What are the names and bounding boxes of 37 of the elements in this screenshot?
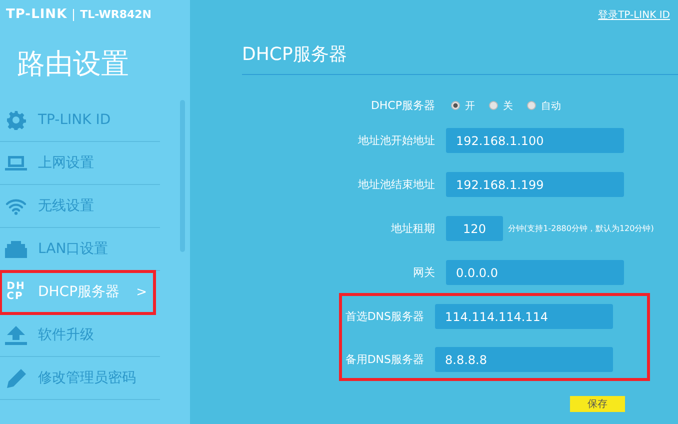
input-field[interactable]: 8.8.8.8	[435, 347, 613, 372]
nav-item[interactable]: 上网设置	[0, 142, 160, 185]
input-field[interactable]: 120	[446, 216, 503, 241]
nav-item[interactable]: 无线设置	[0, 185, 160, 228]
nav-item[interactable]: TP-LINK ID	[0, 99, 160, 142]
login-link[interactable]: 登录TP-LINK ID	[598, 8, 670, 22]
field-label: 地址租期	[390, 221, 436, 236]
field-label: 备用DNS服务器	[344, 352, 425, 367]
field-label: 网关	[412, 265, 436, 280]
radio-option[interactable]: 自动	[527, 98, 561, 112]
radio-option[interactable]: 开	[451, 98, 475, 112]
field-label: 首选DNS服务器	[344, 309, 425, 324]
gear-icon	[6, 110, 26, 130]
page-title: DHCP服务器	[242, 42, 678, 75]
model-name: TL-WR842N	[80, 8, 152, 21]
nav-item[interactable]: LAN口设置	[0, 228, 160, 271]
sidebar-title: 路由设置	[16, 46, 130, 82]
pencil-icon	[6, 368, 26, 388]
radio-option[interactable]: 关	[489, 98, 513, 112]
laptop-icon	[5, 155, 27, 171]
nav-item[interactable]: 软件升级	[0, 314, 160, 357]
input-field[interactable]: 192.168.1.100	[446, 128, 624, 153]
wifi-icon	[5, 198, 27, 214]
hint-text: 分钟(支持1-2880分钟，默认为120分钟)	[508, 223, 654, 234]
upload-icon	[5, 326, 27, 344]
nav-item[interactable]: DH CP DHCP服务器 >	[0, 271, 155, 314]
input-field[interactable]: 114.114.114.114	[435, 304, 613, 329]
brand-logo: TP-LINK	[6, 8, 74, 20]
input-field[interactable]: 192.168.1.199	[446, 172, 624, 197]
field-label: 地址池开始地址	[357, 133, 436, 148]
field-label: 地址池结束地址	[357, 177, 436, 192]
dhcp-icon: DH CP	[6, 282, 26, 302]
ethernet-port-icon	[5, 240, 27, 258]
save-button[interactable]: 保存	[570, 396, 625, 412]
nav-item[interactable]: 修改管理员密码	[0, 357, 160, 400]
field-label: DHCP服务器	[370, 98, 436, 113]
input-field[interactable]: 0.0.0.0	[446, 260, 624, 285]
